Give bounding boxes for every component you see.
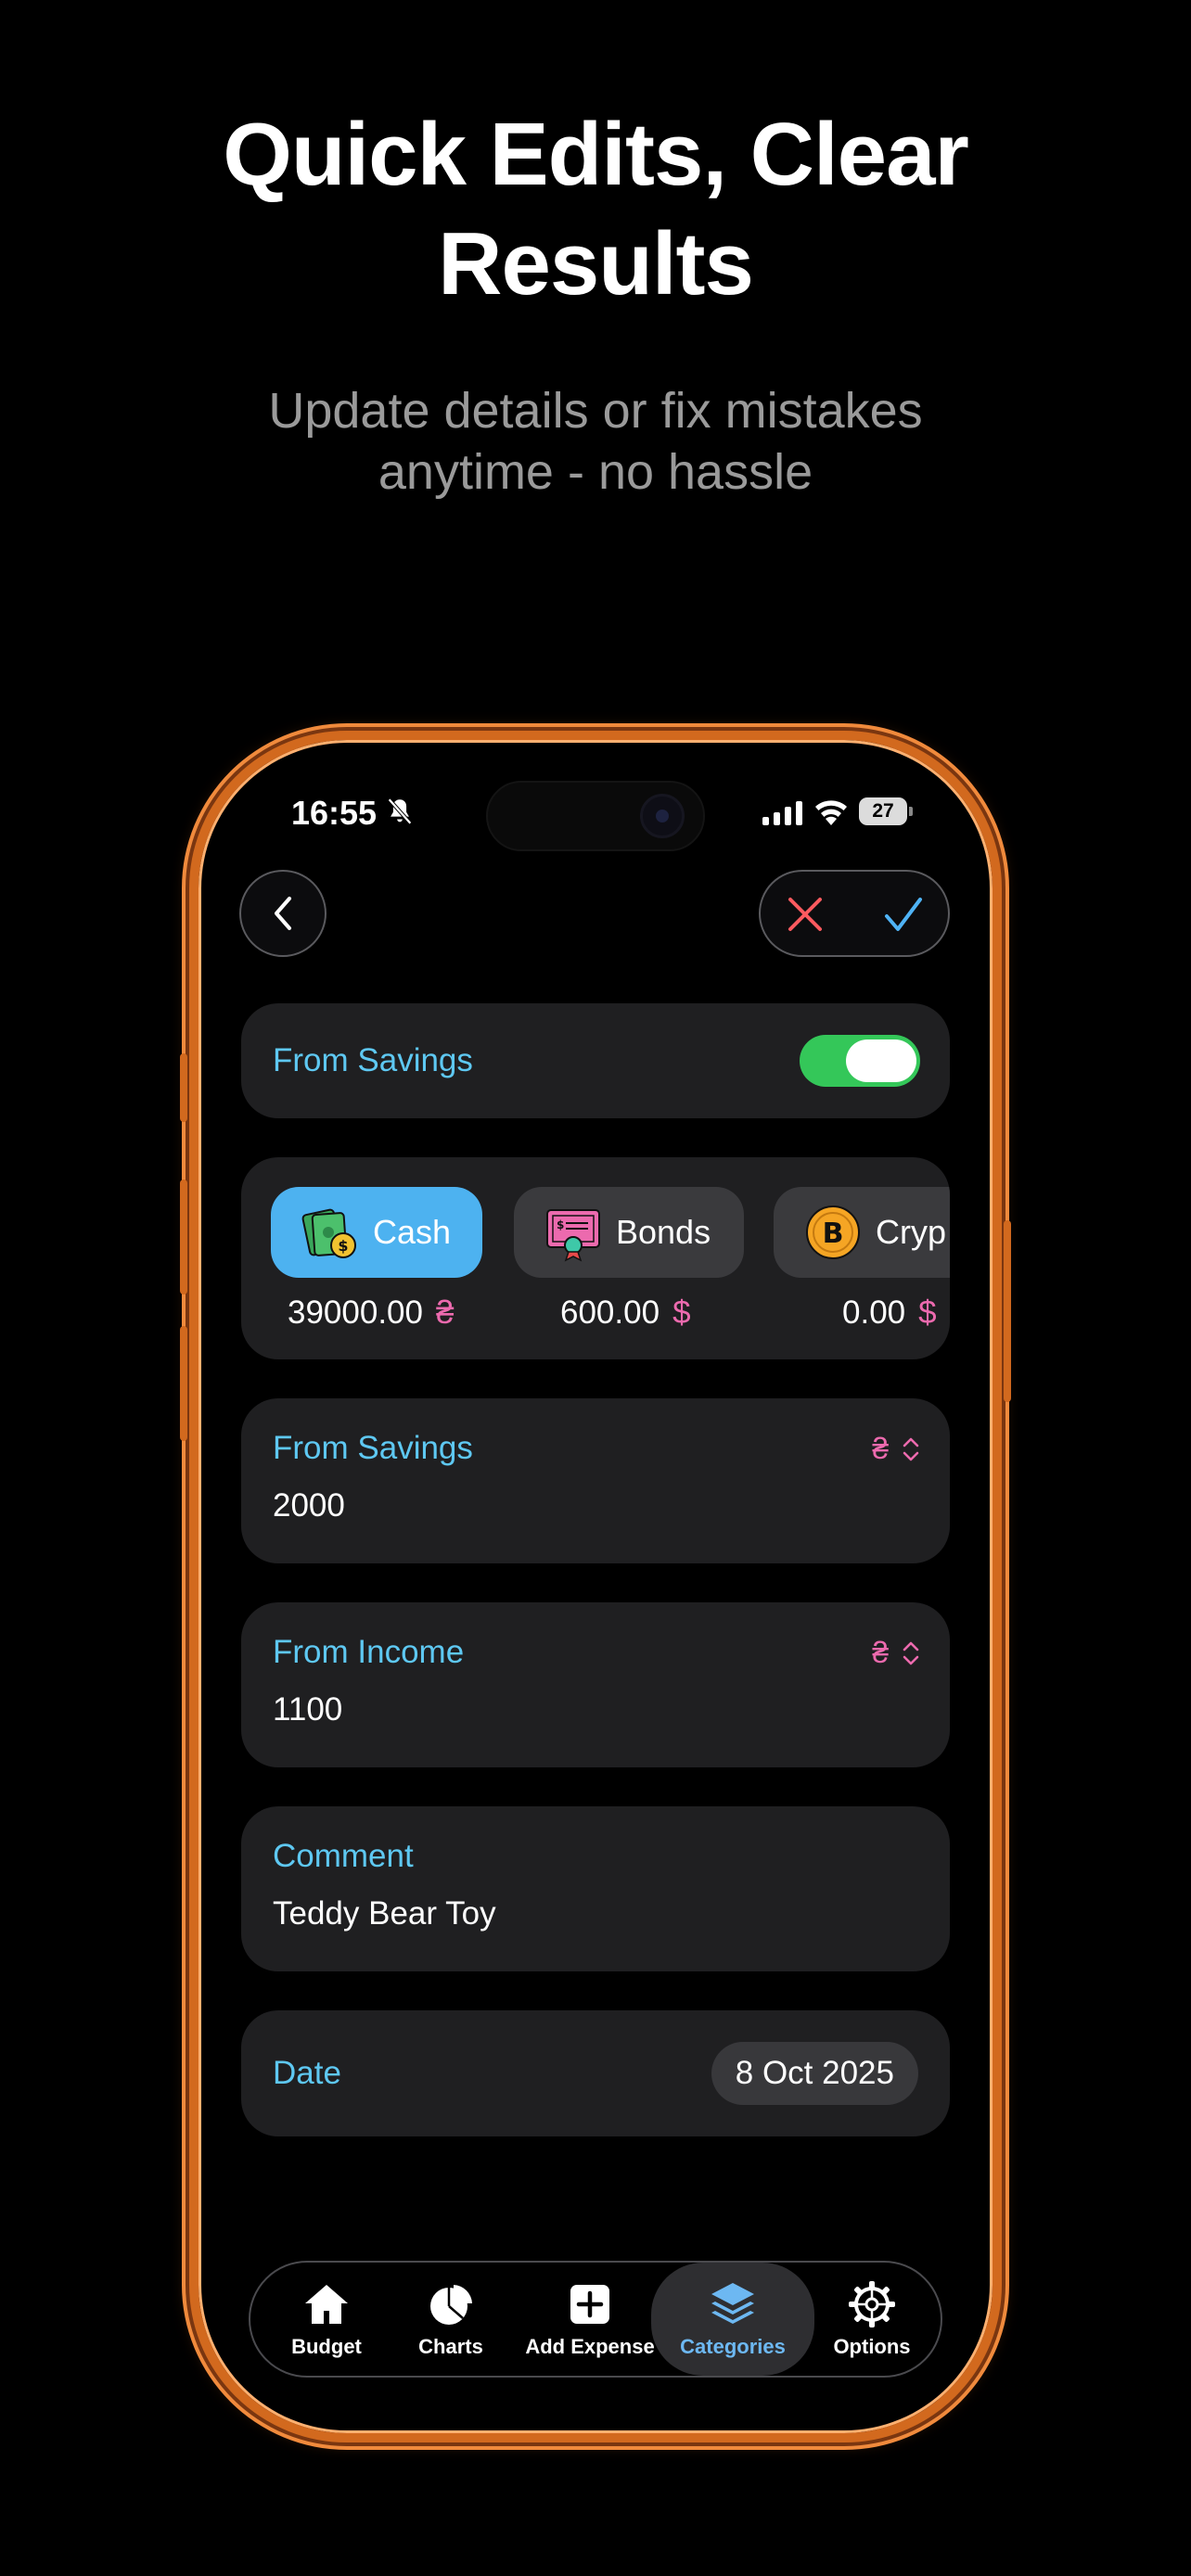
from-savings-toggle[interactable]: [800, 1035, 920, 1087]
from-savings-label: From Savings: [273, 1430, 473, 1466]
cancel-button[interactable]: [777, 886, 833, 942]
bitcoin-icon: B: [806, 1205, 860, 1259]
pie-chart-icon: [430, 2285, 472, 2325]
account-name-bonds: Bonds: [616, 1213, 711, 1251]
comment-label: Comment: [273, 1838, 414, 1874]
tab-bar: Budget Charts Add Expense Categories Opt…: [249, 2261, 942, 2378]
date-label: Date: [273, 2055, 341, 2091]
currency-symbol: ₴: [872, 1636, 889, 1669]
account-balance-crypto: 0.00 $: [842, 1294, 937, 1331]
account-balance-cash: 39000.00 ₴: [288, 1294, 455, 1331]
promo-headline-line1: Quick Edits, Clear: [223, 105, 969, 204]
tab-budget[interactable]: Budget: [271, 2263, 382, 2376]
promo-subline: Update details or fix mistakes anytime -…: [0, 380, 1191, 503]
account-chip-crypto[interactable]: B Cryp: [774, 1187, 950, 1278]
volume-down-button: [180, 1326, 187, 1441]
from-income-field[interactable]: From Income ₴ 1100: [241, 1602, 950, 1767]
account-balance-bonds: 600.00 $: [560, 1294, 691, 1331]
tab-options[interactable]: Options: [820, 2263, 924, 2376]
currency-symbol: ₴: [872, 1432, 889, 1465]
account-chip-bonds[interactable]: $ Bonds: [514, 1187, 744, 1278]
gear-icon: [849, 2281, 895, 2327]
tab-label: Add Expense: [525, 2335, 655, 2358]
cellular-signal-icon: [762, 801, 802, 825]
from-income-label: From Income: [273, 1634, 465, 1670]
date-row: Date 8 Oct 2025: [241, 2010, 950, 2136]
currency-symbol: $: [918, 1294, 937, 1331]
volume-up-button: [180, 1180, 187, 1294]
phone-screen: 16:55 27 From Savings $ Cash $ Bonds B C…: [206, 747, 985, 2426]
chevron-left-icon: [275, 897, 291, 930]
checkmark-icon: [885, 898, 922, 931]
promo-subline-line1: Update details or fix mistakes: [268, 383, 923, 439]
close-icon: [788, 898, 822, 931]
account-chip-cash[interactable]: $ Cash: [271, 1187, 482, 1278]
currency-selector[interactable]: ₴: [872, 1432, 920, 1466]
promo-subline-line2: anytime - no hassle: [378, 444, 813, 500]
from-savings-toggle-row: From Savings: [241, 1003, 950, 1118]
action-button: [180, 1053, 187, 1122]
comment-field[interactable]: Comment Teddy Bear Toy: [241, 1806, 950, 1971]
tab-charts[interactable]: Charts: [395, 2263, 506, 2376]
accounts-selector: $ Cash $ Bonds B Cryp 39000.00 ₴ 600.00 …: [241, 1157, 950, 1359]
currency-symbol: $: [672, 1294, 691, 1331]
comment-input[interactable]: Teddy Bear Toy: [273, 1895, 496, 1932]
currency-selector[interactable]: ₴: [872, 1636, 920, 1670]
cash-icon: $: [301, 1208, 356, 1258]
bonds-certificate-icon: $: [546, 1209, 600, 1262]
chevron-up-down-icon: [903, 1437, 919, 1460]
currency-symbol: ₴: [435, 1294, 455, 1331]
layers-icon: [711, 2283, 754, 2324]
back-button[interactable]: [239, 870, 327, 957]
toggle-knob: [846, 1039, 916, 1082]
house-icon: [305, 2285, 348, 2324]
status-bar: 16:55 27: [206, 747, 985, 877]
bell-slash-icon: [388, 797, 412, 825]
tab-label: Options: [833, 2335, 911, 2358]
plus-square-icon: [570, 2285, 609, 2324]
camera-lens: [640, 794, 685, 838]
tab-label: Budget: [291, 2335, 362, 2358]
from-savings-input[interactable]: 2000: [273, 1487, 345, 1524]
account-name-cash: Cash: [373, 1213, 452, 1251]
tab-add-expense[interactable]: Add Expense: [516, 2263, 664, 2376]
svg-text:B: B: [823, 1218, 844, 1250]
account-name-crypto: Cryp: [876, 1213, 947, 1251]
tab-label: Categories: [680, 2335, 786, 2358]
wifi-icon: [815, 800, 847, 825]
confirm-button[interactable]: [876, 886, 931, 942]
tab-label: Charts: [418, 2335, 483, 2358]
battery-indicator: 27: [859, 797, 913, 825]
tab-categories[interactable]: Categories: [651, 2263, 814, 2376]
power-button: [1004, 1220, 1011, 1402]
from-savings-field[interactable]: From Savings ₴ 2000: [241, 1398, 950, 1563]
chevron-up-down-icon: [903, 1641, 919, 1664]
edit-actions: [759, 870, 950, 957]
svg-text:$: $: [338, 1237, 348, 1255]
promo-headline-line2: Results: [438, 214, 754, 313]
from-income-input[interactable]: 1100: [273, 1691, 342, 1728]
svg-text:$: $: [557, 1218, 564, 1231]
date-picker[interactable]: 8 Oct 2025: [711, 2042, 918, 2105]
promo-headline: Quick Edits, Clear Results: [0, 100, 1191, 319]
toggle-label: From Savings: [273, 1042, 473, 1078]
status-time: 16:55: [291, 794, 378, 832]
